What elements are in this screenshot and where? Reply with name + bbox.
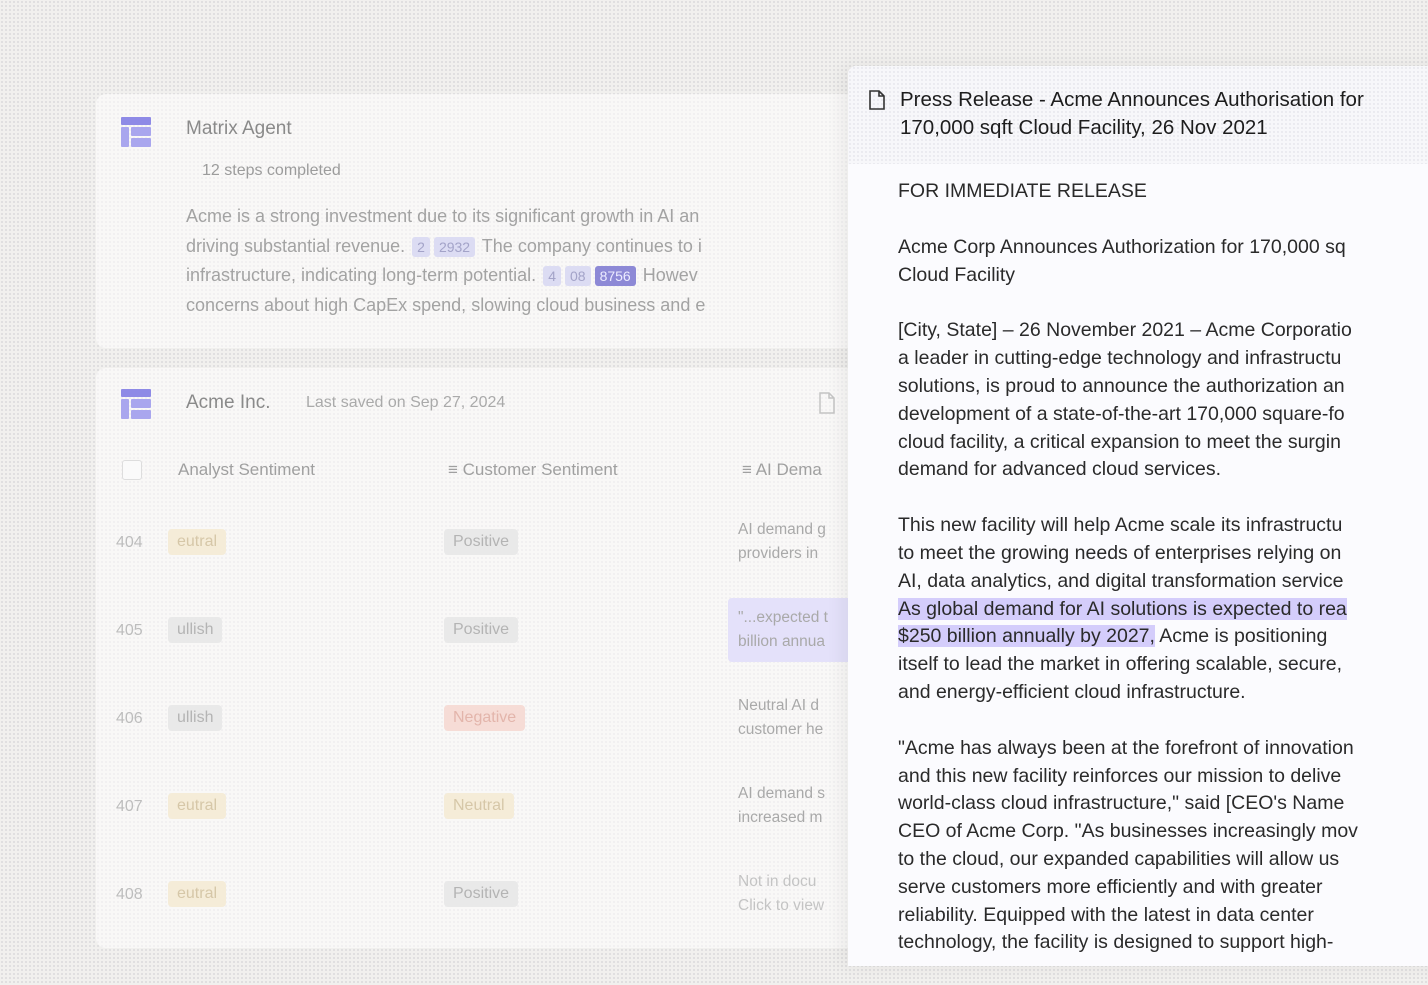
agent-summary: Acme is a strong investment due to its s… [186,202,856,320]
analyst-sentiment-pill[interactable]: eutral [168,793,227,819]
doc-text: This new facility will help Acme scale i… [898,514,1344,592]
cell-line: Not in docu [738,873,817,890]
ai-demand-cell-highlighted[interactable]: "...expected t billion annua [728,598,868,662]
doc-paragraph: This new facility will help Acme scale i… [898,512,1428,707]
column-label: AI Dema [755,460,822,479]
summary-line: infrastructure, indicating long-term pot… [186,261,856,291]
customer-sentiment-pill[interactable]: Positive [444,529,519,555]
summary-line: driving substantial revenue. 2 2932 The c… [186,232,856,262]
table-grid-icon [120,116,152,148]
table-row[interactable]: 408 eutral Positive Not in docu Click to… [96,850,856,938]
analyst-sentiment-pill[interactable]: eutral [168,529,227,555]
column-label: Customer Sentiment [462,460,618,479]
last-saved-text: Last saved on Sep 27, 2024 [306,394,506,411]
document-title: Press Release - Acme Announces Authorisa… [900,88,1364,139]
table-grid-icon [120,388,152,420]
citation-badge[interactable]: 2 [412,236,430,257]
customer-sentiment-pill[interactable]: Negative [444,705,526,731]
analyst-sentiment-pill[interactable]: eutral [168,881,227,907]
background-workspace: Matrix Agent 12 steps completed Acme is … [0,0,868,956]
doc-paragraph: "Acme has always been at the forefront o… [898,736,1358,954]
analyst-sentiment-pill[interactable]: ullish [168,705,223,731]
document-viewer-panel[interactable]: Press Release - Acme Announces Authorisa… [848,66,1428,966]
table-row[interactable]: 407 eutral Neutral AI demand s increased… [96,762,856,850]
doc-paragraph: Acme Corp Announces Authorization for 17… [898,235,1346,286]
document-icon[interactable] [818,392,836,414]
cell-line: AI demand g [738,521,826,538]
cell-line: providers in [738,545,819,562]
row-number: 407 [116,798,143,815]
doc-paragraph: [City, State] – 26 November 2021 – Acme … [898,319,1352,481]
summary-text: driving substantial revenue. [186,235,406,256]
row-number: 408 [116,886,143,903]
ai-demand-cell[interactable]: AI demand g providers in [738,518,858,566]
cell-line: billion annua [738,633,826,650]
table-row[interactable]: 406 ullish Negative Neutral AI d custome… [96,674,856,762]
customer-sentiment-pill[interactable]: Neutral [444,793,514,819]
citation-badge[interactable]: 08 [565,266,591,286]
document-icon [868,90,886,110]
table-row[interactable]: 405 ullish Positive "...expected t billi… [96,586,868,674]
table-title: Acme Inc. [186,392,271,413]
agent-steps-count[interactable]: 12 steps completed [202,162,341,180]
filter-icon: ≡ [742,460,752,479]
cell-line: increased m [738,809,823,826]
summary-line: concerns about high CapEx spend, slowing… [186,294,706,315]
row-number: 404 [116,534,143,551]
cell-line: Click to view [738,897,825,914]
summary-text: The company continues to i [481,235,702,256]
ai-demand-cell[interactable]: Neutral AI d customer he [738,694,858,742]
ai-demand-cell[interactable]: AI demand s increased m [738,782,858,830]
document-body: FOR IMMEDIATE RELEASE Acme Corp Announce… [898,178,1428,985]
cell-line: customer he [738,721,824,738]
filter-icon: ≡ [448,460,458,479]
matrix-agent-card[interactable]: Matrix Agent 12 steps completed Acme is … [96,94,856,348]
column-header-ai-demand[interactable]: ≡ AI Dema [742,460,822,480]
agent-title: Matrix Agent [186,118,292,139]
row-number: 405 [116,622,143,639]
citation-badge-active[interactable]: 8756 [594,266,636,286]
citation-badge[interactable]: 4 [543,266,561,286]
select-all-checkbox[interactable] [122,460,142,480]
cell-line: AI demand s [738,785,826,802]
summary-line: Acme is a strong investment due to its s… [186,206,700,226]
document-header: Press Release - Acme Announces Authorisa… [848,66,1428,164]
column-header-analyst-sentiment[interactable]: Analyst Sentiment [178,460,315,480]
customer-sentiment-pill[interactable]: Positive [444,881,519,907]
column-header-customer-sentiment[interactable]: ≡ Customer Sentiment [448,460,618,480]
customer-sentiment-pill[interactable]: Positive [444,617,519,643]
cell-line: Neutral AI d [738,697,819,714]
doc-paragraph: FOR IMMEDIATE RELEASE [898,180,1147,202]
summary-text: infrastructure, indicating long-term pot… [186,265,537,285]
cell-line: "...expected t [738,609,828,626]
ai-demand-cell[interactable]: Not in docu Click to view [738,870,858,918]
analyst-sentiment-pill[interactable]: ullish [168,617,223,643]
acme-table-card[interactable]: Acme Inc. Last saved on Sep 27, 2024 Ana… [96,368,868,948]
summary-text: Howev [642,265,698,285]
row-number: 406 [116,710,143,727]
citation-badge[interactable]: 2932 [433,236,476,257]
table-row[interactable]: 404 eutral Positive AI demand g provider… [96,498,856,586]
